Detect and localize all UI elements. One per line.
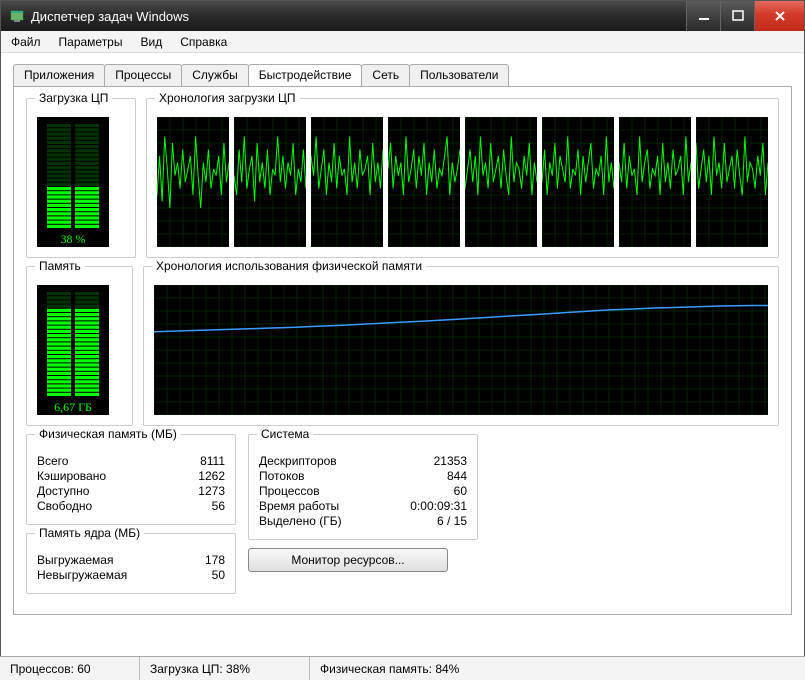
status-processes: Процессов: 60 — [0, 657, 140, 680]
tab-performance[interactable]: Быстродействие — [248, 64, 363, 86]
phys-free-value: 56 — [165, 499, 225, 513]
menu-file[interactable]: Файл — [11, 35, 41, 49]
cpu-core-chart-6 — [619, 117, 691, 247]
cpu-core-chart-7 — [696, 117, 768, 247]
window-title: Диспетчер задач Windows — [31, 9, 686, 24]
status-memory: Физическая память: 84% — [310, 657, 805, 680]
commit-value: 6 / 15 — [407, 514, 467, 528]
svg-text:38 %: 38 % — [61, 232, 86, 246]
kernel-mem-legend: Память ядра (МБ) — [35, 526, 144, 540]
tab-strip: Приложения Процессы Службы Быстродействи… — [13, 64, 792, 87]
title-bar[interactable]: Диспетчер задач Windows — [1, 1, 804, 31]
tab-services[interactable]: Службы — [181, 64, 248, 86]
tab-processes[interactable]: Процессы — [104, 64, 182, 86]
kernel-paged-label: Выгружаемая — [37, 553, 113, 567]
memory-history-chart — [154, 285, 768, 415]
cpu-core-chart-3 — [388, 117, 460, 247]
kernel-mem-box: Память ядра (МБ) Выгружаемая178 Невыгруж… — [26, 533, 236, 594]
performance-panel: Загрузка ЦП 38 % Хронология загрузки ЦП … — [13, 86, 792, 615]
cpu-core-chart-5 — [542, 117, 614, 247]
menu-help[interactable]: Справка — [180, 35, 227, 49]
cpu-core-chart-1 — [234, 117, 306, 247]
app-icon — [9, 8, 25, 24]
cpu-core-chart-2 — [311, 117, 383, 247]
memory-box: Память 6,67 ГБ — [26, 266, 133, 426]
cpu-core-chart-0 — [157, 117, 229, 247]
status-bar: Процессов: 60 Загрузка ЦП: 38% Физическа… — [0, 656, 805, 680]
minimize-button[interactable] — [686, 1, 720, 31]
menu-bar: Файл Параметры Вид Справка — [1, 31, 804, 53]
svg-text:6,67 ГБ: 6,67 ГБ — [54, 400, 92, 414]
handles-value: 21353 — [407, 454, 467, 468]
phys-total-value: 8111 — [165, 454, 225, 468]
kernel-paged-value: 178 — [165, 553, 225, 567]
menu-options[interactable]: Параметры — [59, 35, 123, 49]
tab-users[interactable]: Пользователи — [409, 64, 509, 86]
memory-meter-chart: 6,67 ГБ — [37, 285, 109, 415]
cpu-history-box: Хронология загрузки ЦП — [146, 98, 779, 258]
phys-available-label: Доступно — [37, 484, 89, 498]
cpu-history-grid — [157, 117, 768, 247]
threads-label: Потоков — [259, 469, 305, 483]
cpu-usage-box: Загрузка ЦП 38 % — [26, 98, 136, 258]
commit-label: Выделено (ГБ) — [259, 514, 342, 528]
uptime-label: Время работы — [259, 499, 339, 513]
phys-mem-box: Физическая память (МБ) Всего8111 Кэширов… — [26, 434, 236, 525]
resource-monitor-button[interactable]: Монитор ресурсов... — [248, 548, 448, 572]
tab-networking[interactable]: Сеть — [361, 64, 410, 86]
phys-mem-legend: Физическая память (МБ) — [35, 427, 181, 441]
kernel-nonpaged-label: Невыгружаемая — [37, 568, 127, 582]
uptime-value: 0:00:09:31 — [407, 499, 467, 513]
maximize-button[interactable] — [720, 1, 754, 31]
phys-available-value: 1273 — [165, 484, 225, 498]
threads-value: 844 — [407, 469, 467, 483]
memory-history-label: Хронология использования физической памя… — [152, 259, 426, 273]
memory-history-box: Хронология использования физической памя… — [143, 266, 779, 426]
phys-cached-label: Кэшировано — [37, 469, 106, 483]
system-box: Система Дескрипторов21353 Потоков844 Про… — [248, 434, 478, 540]
system-legend: Система — [257, 427, 313, 441]
menu-view[interactable]: Вид — [140, 35, 162, 49]
kernel-nonpaged-value: 50 — [165, 568, 225, 582]
status-cpu: Загрузка ЦП: 38% — [140, 657, 310, 680]
close-button[interactable] — [754, 1, 804, 31]
phys-total-label: Всего — [37, 454, 68, 468]
cpu-meter-chart: 38 % — [37, 117, 109, 247]
handles-label: Дескрипторов — [259, 454, 337, 468]
cpu-usage-label: Загрузка ЦП — [35, 91, 112, 105]
cpu-history-label: Хронология загрузки ЦП — [155, 91, 300, 105]
memory-label: Память — [35, 259, 85, 273]
phys-cached-value: 1262 — [165, 469, 225, 483]
phys-free-label: Свободно — [37, 499, 92, 513]
processes-label: Процессов — [259, 484, 320, 498]
cpu-core-chart-4 — [465, 117, 537, 247]
processes-value: 60 — [407, 484, 467, 498]
tab-applications[interactable]: Приложения — [13, 64, 105, 86]
